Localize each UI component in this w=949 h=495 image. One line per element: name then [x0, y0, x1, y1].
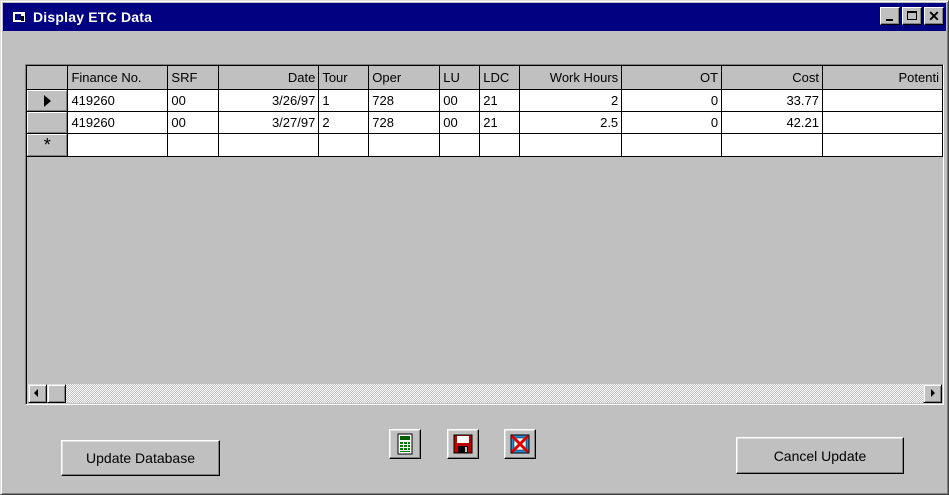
table-cell[interactable] [167, 133, 220, 157]
minimize-icon [886, 19, 893, 21]
column-header[interactable]: Work Hours [519, 66, 623, 90]
row-selector[interactable] [27, 89, 69, 112]
table-cell[interactable]: 2.5 [519, 111, 623, 134]
table-cell[interactable] [822, 111, 943, 134]
close-button[interactable]: ✕ [924, 7, 944, 25]
app-window: Display ETC Data ✕ Finance No. SRF Date … [0, 0, 949, 495]
table-cell[interactable]: 3/26/97 [218, 89, 320, 112]
horizontal-scrollbar[interactable] [28, 384, 942, 403]
scroll-right-button[interactable] [923, 384, 942, 403]
row-selector[interactable] [27, 111, 69, 134]
minimize-button[interactable] [880, 7, 900, 25]
column-header[interactable]: Finance No. [67, 66, 169, 90]
calculator-button[interactable] [389, 429, 421, 459]
table-cell[interactable] [721, 133, 823, 157]
table-cell[interactable]: 42.21 [721, 111, 823, 134]
grid-table: Finance No. SRF Date Tour Oper LU LDC Wo… [27, 66, 943, 157]
delete-button[interactable] [504, 429, 536, 459]
table-cell[interactable] [479, 133, 521, 157]
maximize-button[interactable] [902, 7, 922, 25]
table-cell[interactable] [621, 133, 723, 157]
table-cell[interactable]: 21 [479, 111, 521, 134]
new-row-marker-icon: * [43, 134, 51, 155]
table-cell[interactable]: 728 [368, 111, 441, 134]
delete-icon [510, 434, 530, 454]
new-row[interactable]: * [27, 133, 943, 157]
table-cell[interactable] [439, 133, 481, 157]
data-grid[interactable]: Finance No. SRF Date Tour Oper LU LDC Wo… [25, 64, 944, 405]
column-header[interactable]: SRF [167, 66, 220, 90]
table-row[interactable]: 419260 00 3/27/97 2 728 00 21 2.5 0 42.2… [27, 111, 943, 134]
column-header[interactable]: Oper [368, 66, 441, 90]
current-row-arrow-icon [43, 94, 51, 107]
table-cell[interactable] [822, 89, 943, 112]
table-cell[interactable]: 2 [519, 89, 623, 112]
table-cell[interactable] [519, 133, 623, 157]
save-button[interactable] [447, 429, 479, 459]
cancel-update-button[interactable]: Cancel Update [736, 437, 904, 474]
table-cell[interactable] [218, 133, 320, 157]
table-cell[interactable] [822, 133, 943, 157]
table-cell[interactable]: 0 [621, 89, 723, 112]
table-cell[interactable]: 419260 [67, 89, 169, 112]
table-cell[interactable]: 33.77 [721, 89, 823, 112]
column-header[interactable]: Potenti [822, 66, 943, 90]
header-row: Finance No. SRF Date Tour Oper LU LDC Wo… [27, 66, 943, 90]
save-icon [453, 434, 473, 454]
update-database-button[interactable]: Update Database [61, 440, 220, 476]
table-cell[interactable]: 419260 [67, 111, 169, 134]
column-header[interactable]: LDC [479, 66, 521, 90]
arrow-right-icon [931, 389, 935, 397]
scroll-left-button[interactable] [28, 384, 47, 403]
calculator-icon [397, 433, 413, 455]
table-cell[interactable] [318, 133, 370, 157]
table-cell[interactable] [67, 133, 169, 157]
column-header[interactable]: Cost [721, 66, 823, 90]
table-cell[interactable]: 728 [368, 89, 441, 112]
table-cell[interactable]: 00 [167, 89, 220, 112]
maximize-icon [907, 11, 917, 20]
table-cell[interactable]: 0 [621, 111, 723, 134]
column-header[interactable]: OT [621, 66, 723, 90]
table-cell[interactable] [368, 133, 441, 157]
scroll-track[interactable] [66, 384, 923, 403]
column-header[interactable]: LU [439, 66, 481, 90]
table-cell[interactable]: 00 [439, 111, 481, 134]
table-cell[interactable]: 21 [479, 89, 521, 112]
title-bar[interactable]: Display ETC Data ✕ [3, 3, 946, 31]
column-header[interactable]: Date [218, 66, 320, 90]
column-header[interactable]: Tour [318, 66, 370, 90]
table-cell[interactable]: 3/27/97 [218, 111, 320, 134]
table-cell[interactable]: 00 [167, 111, 220, 134]
table-cell[interactable]: 1 [318, 89, 370, 112]
close-icon: ✕ [928, 8, 940, 24]
row-selector[interactable]: * [27, 133, 69, 157]
app-icon[interactable] [11, 9, 27, 25]
table-row[interactable]: 419260 00 3/26/97 1 728 00 21 2 0 33.77 [27, 89, 943, 112]
table-cell[interactable]: 00 [439, 89, 481, 112]
window-title: Display ETC Data [33, 9, 153, 25]
arrow-left-icon [34, 389, 38, 397]
table-cell[interactable]: 2 [318, 111, 370, 134]
header-corner[interactable] [27, 66, 69, 90]
scroll-thumb[interactable] [47, 384, 66, 403]
